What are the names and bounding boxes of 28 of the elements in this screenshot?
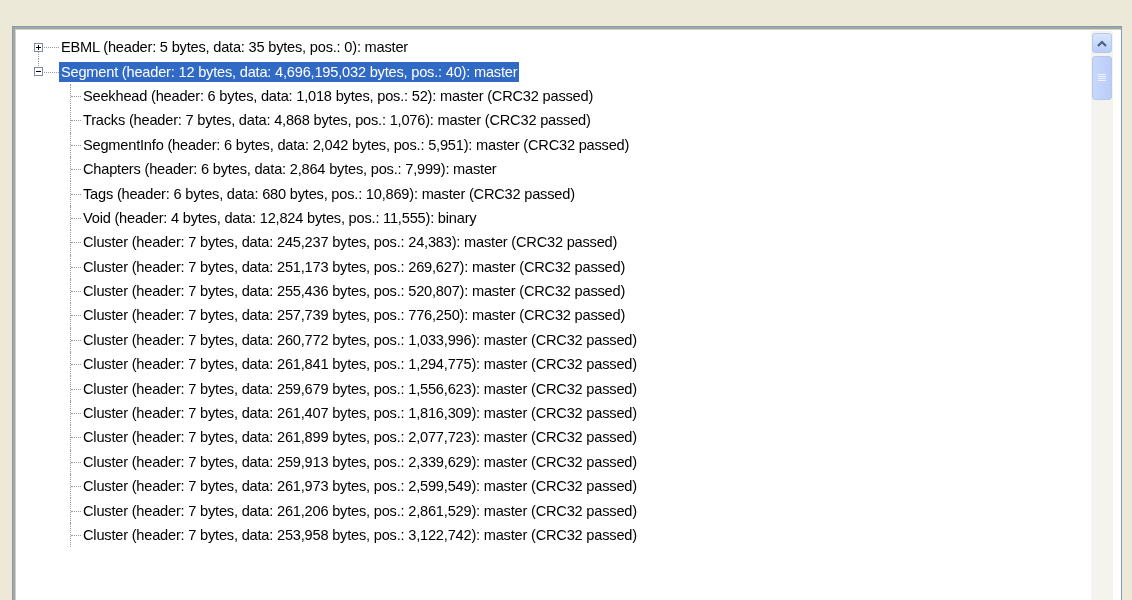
tree-item[interactable]: Cluster (header: 7 bytes, data: 259,913 bytes, pos.: 2,339,629): master (CRC32 passed) — [81, 451, 639, 472]
tree-item[interactable]: Seekhead (header: 6 bytes, data: 1,018 bytes, pos.: 52): master (CRC32 passed) — [81, 85, 596, 106]
tree-item[interactable]: Cluster (header: 7 bytes, data: 261,841 bytes, pos.: 1,294,775): master (CRC32 passed) — [81, 354, 639, 375]
grip-icon — [1098, 74, 1106, 82]
tree-item[interactable]: Cluster (header: 7 bytes, data: 261,899 bytes, pos.: 2,077,723): master (CRC32 passed) — [81, 427, 639, 448]
scrollbar-thumb[interactable] — [1092, 56, 1112, 100]
tree-item[interactable]: Segment (header: 12 bytes, data: 4,696,195,032 bytes, pos.: 40): master — [59, 61, 520, 82]
tree-item[interactable]: Cluster (header: 7 bytes, data: 255,436 bytes, pos.: 520,807): master (CRC32 passed) — [81, 281, 628, 302]
tree-item[interactable]: SegmentInfo (header: 6 bytes, data: 2,042 bytes, pos.: 5,951): master (CRC32 passed) — [81, 134, 632, 155]
tree-item[interactable]: Tags (header: 6 bytes, data: 680 bytes, pos.: 10,869): master (CRC32 passed) — [81, 183, 577, 204]
tree-item[interactable]: Tracks (header: 7 bytes, data: 4,868 bytes, pos.: 1,076): master (CRC32 passed) — [81, 110, 593, 131]
tree-item[interactable]: Chapters (header: 6 bytes, data: 2,864 bytes, pos.: 7,999): master — [81, 159, 499, 180]
scrollbar[interactable] — [1091, 31, 1113, 600]
expand-toggle[interactable] — [34, 42, 43, 52]
tree-item[interactable]: Cluster (header: 7 bytes, data: 257,739 bytes, pos.: 776,250): master (CRC32 passed) — [81, 305, 628, 326]
chevron-up-icon — [1097, 39, 1107, 47]
tree-item[interactable]: Cluster (header: 7 bytes, data: 261,407 bytes, pos.: 1,816,309): master (CRC32 passed) — [81, 403, 639, 424]
tree-item[interactable]: Cluster (header: 7 bytes, data: 260,772 bytes, pos.: 1,033,996): master (CRC32 passed) — [81, 329, 639, 350]
tree-item[interactable]: Cluster (header: 7 bytes, data: 261,973 bytes, pos.: 2,599,549): master (CRC32 passed) — [81, 476, 639, 497]
expand-toggle[interactable] — [34, 67, 43, 77]
tree-item[interactable]: Cluster (header: 7 bytes, data: 251,173 bytes, pos.: 269,627): master (CRC32 passed) — [81, 256, 628, 277]
tree-item[interactable]: Void (header: 4 bytes, data: 12,824 bytes, pos.: 11,555): binary — [81, 207, 479, 228]
tree-item[interactable]: Cluster (header: 7 bytes, data: 259,679 bytes, pos.: 1,556,623): master (CRC32 passed) — [81, 378, 639, 399]
tree-item[interactable]: EBML (header: 5 bytes, data: 35 bytes, pos.: 0): master — [59, 37, 410, 58]
tree-item[interactable]: Cluster (header: 7 bytes, data: 245,237 bytes, pos.: 24,383): master (CRC32 passed) — [81, 232, 620, 253]
tree-item[interactable]: Cluster (header: 7 bytes, data: 261,206 bytes, pos.: 2,861,529): master (CRC32 passed) — [81, 500, 639, 521]
tree-item[interactable]: Cluster (header: 7 bytes, data: 253,958 bytes, pos.: 3,122,742): master (CRC32 passed) — [81, 525, 639, 545]
scroll-up-button[interactable] — [1092, 33, 1112, 53]
